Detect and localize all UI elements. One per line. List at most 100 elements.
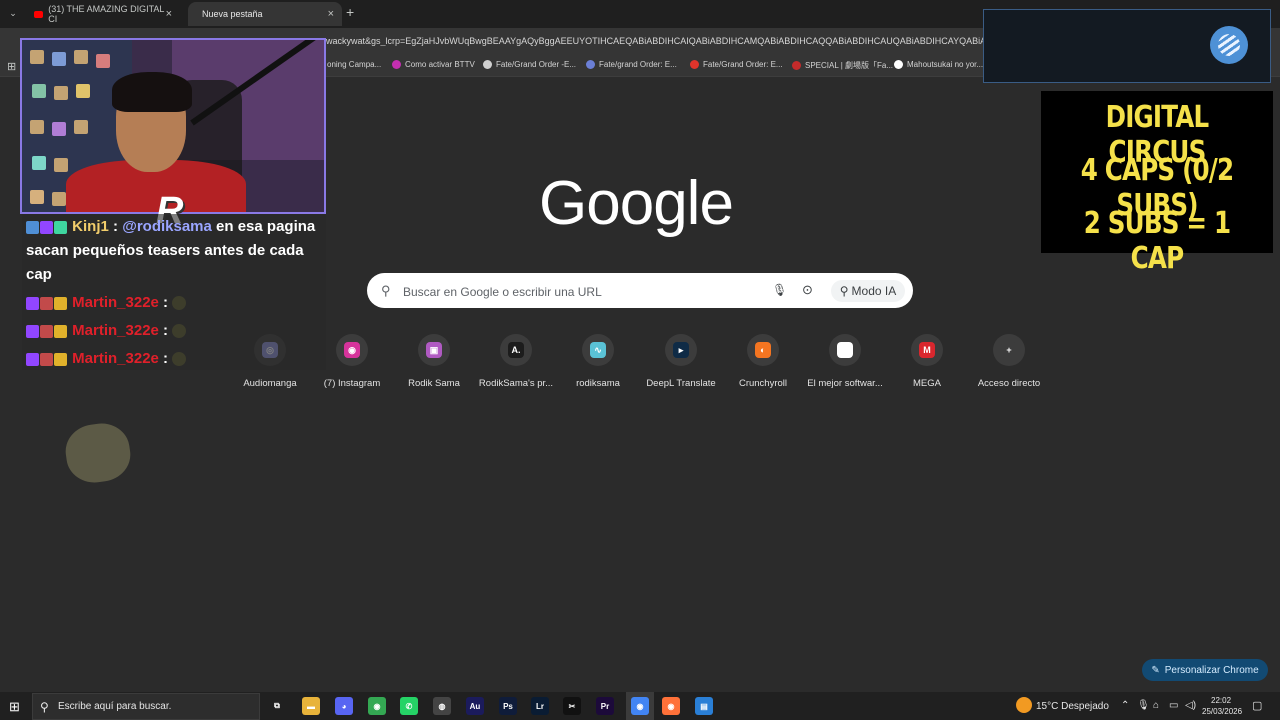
chat-message: Martin_322e : bbox=[26, 319, 326, 343]
youtube-icon bbox=[34, 10, 44, 18]
taskbar-search-input[interactable]: Escribe aquí para buscar. bbox=[58, 701, 171, 712]
tab-label: Nueva pestaña bbox=[202, 9, 263, 19]
shortcut-label: rodiksama bbox=[576, 378, 620, 389]
badge-icon bbox=[26, 220, 39, 234]
google-lens-icon[interactable]: ⊙ bbox=[802, 282, 813, 298]
ai-mode-label: Modo IA bbox=[851, 284, 897, 298]
customize-label: Personalizar Chrome bbox=[1164, 664, 1259, 676]
shortcut-tile[interactable]: ∿ rodiksama bbox=[557, 334, 639, 389]
new-tab-button[interactable]: + bbox=[346, 4, 354, 20]
crown-badge-icon bbox=[54, 324, 67, 338]
lightroom-icon[interactable]: Lr bbox=[531, 697, 549, 715]
ai-mode-button[interactable]: ⚲ Modo IA bbox=[831, 280, 905, 302]
clock-time[interactable]: 22:02 bbox=[1211, 696, 1231, 705]
microphone-tray-icon[interactable]: 🎙︎ bbox=[1137, 700, 1150, 711]
chrome-icon[interactable]: ◉ bbox=[368, 697, 386, 715]
obs-icon[interactable]: ◍ bbox=[433, 697, 451, 715]
chat-username: Martin_322e bbox=[72, 350, 159, 367]
bookmark-favicon-icon bbox=[894, 60, 903, 69]
windows-start-icon[interactable]: ⊞ bbox=[9, 699, 20, 715]
crown-badge-icon bbox=[54, 352, 67, 366]
monitor-icon[interactable]: ▭ bbox=[1169, 700, 1178, 711]
clock-date[interactable]: 25/03/2026 bbox=[1202, 707, 1242, 716]
shortcut-favicon: A. bbox=[508, 342, 524, 358]
bookmark-label: oning Campa... bbox=[327, 60, 382, 69]
shortcut-icon: ◐ bbox=[747, 334, 779, 366]
overlay-logo-stripes bbox=[1218, 34, 1240, 56]
bookmark-item[interactable]: Fate/Grand Order: E... bbox=[690, 60, 783, 69]
apps-grid-icon[interactable]: ⊞ bbox=[7, 60, 16, 73]
chat-message: Martin_322e : bbox=[26, 347, 326, 371]
badge-icon bbox=[40, 296, 53, 310]
bookmark-favicon-icon bbox=[392, 60, 401, 69]
tab-new-tab[interactable]: Nueva pestaña × bbox=[188, 2, 342, 26]
floating-sticker bbox=[62, 419, 134, 487]
task-view-icon[interactable]: ⧉ bbox=[268, 697, 286, 715]
bookmark-label: Fate/grand Order: E... bbox=[599, 60, 677, 69]
shortcut-tile[interactable]: + Acceso directo bbox=[968, 334, 1050, 389]
chrome-active-icon[interactable]: ◉ bbox=[631, 697, 649, 715]
chat-separator: : bbox=[108, 218, 123, 235]
emote-icon bbox=[172, 352, 187, 367]
bookmark-item[interactable]: Mahoutsukai no yor... bbox=[894, 60, 983, 69]
audition-icon[interactable]: Au bbox=[466, 697, 484, 715]
bookmark-item[interactable]: Como activar BTTV bbox=[392, 60, 475, 69]
shortcut-favicon: ◉ bbox=[344, 342, 360, 358]
bookmark-favicon-icon bbox=[483, 60, 492, 69]
tab-search-button[interactable]: ⌄ bbox=[4, 5, 22, 22]
shortcut-tile[interactable]: ▸ DeepL Translate bbox=[640, 334, 722, 389]
photoshop-icon[interactable]: Ps bbox=[499, 697, 517, 715]
shortcut-icon: ◉ bbox=[336, 334, 368, 366]
shortcut-icon: ∿ bbox=[582, 334, 614, 366]
firefox-icon[interactable]: ◉ bbox=[662, 697, 680, 715]
bookmark-item[interactable]: SPECIAL | 劇場版「Fa... bbox=[792, 60, 893, 71]
premiere-icon[interactable]: Pr bbox=[596, 697, 614, 715]
shortcut-tile[interactable]: ◆ El mejor softwar... bbox=[804, 334, 886, 389]
microphone-icon[interactable]: 🎙︎ bbox=[772, 283, 787, 297]
shortcut-label: Acceso directo bbox=[977, 378, 1041, 389]
shortcut-tile[interactable]: ◐ Crunchyroll bbox=[722, 334, 804, 389]
bookmark-label: SPECIAL | 劇場版「Fa... bbox=[805, 61, 894, 70]
bookmark-item[interactable]: Fate/Grand Order -E... bbox=[483, 60, 576, 69]
close-tab-icon[interactable]: × bbox=[166, 8, 172, 20]
window-app-icon[interactable]: ▤ bbox=[695, 697, 713, 715]
shortcut-icon: ◆ bbox=[829, 334, 861, 366]
shortcut-tile[interactable]: A. RodikSama's pr... bbox=[475, 334, 557, 389]
crown-badge-icon bbox=[54, 296, 67, 310]
weather-label[interactable]: 15°C Despejado bbox=[1036, 701, 1109, 712]
shortcut-favicon: ▸ bbox=[673, 342, 689, 358]
discord-icon[interactable]: ◕ bbox=[335, 697, 353, 715]
google-logo: Google bbox=[539, 169, 734, 238]
whatsapp-icon[interactable]: ✆ bbox=[400, 697, 418, 715]
search-icon: ⚲ bbox=[40, 700, 49, 714]
shortcut-icon: M bbox=[911, 334, 943, 366]
bookmark-favicon-icon bbox=[690, 60, 699, 69]
badge-icon bbox=[40, 324, 53, 338]
bookmark-label: Fate/Grand Order -E... bbox=[496, 60, 577, 69]
weather-icon[interactable] bbox=[1016, 697, 1032, 713]
tab-youtube[interactable]: (31) THE AMAZING DIGITAL CI × bbox=[26, 2, 180, 26]
network-icon[interactable]: ⌂ bbox=[1153, 700, 1159, 711]
chat-separator: : bbox=[158, 350, 173, 367]
shortcut-label: Audiomanga bbox=[243, 378, 297, 389]
chevron-up-icon[interactable]: ⌃ bbox=[1121, 700, 1129, 711]
chat-message: Kinj1 : @rodiksama en esa pagina sacan p… bbox=[26, 215, 326, 287]
capcut-icon[interactable]: ✂ bbox=[563, 697, 581, 715]
shortcut-favicon: ▣ bbox=[426, 342, 442, 358]
shortcut-tile[interactable]: M MEGA bbox=[886, 334, 968, 389]
notification-icon[interactable]: ▢ bbox=[1252, 699, 1262, 712]
emote-icon bbox=[172, 296, 187, 311]
search-input[interactable]: Buscar en Google o escribir una URL bbox=[403, 285, 602, 299]
address-bar[interactable]: wackywat&gs_lcrp=EgZjaHJvbWUqBwgBEAAYgAQ… bbox=[326, 36, 986, 46]
bookmark-item[interactable]: Fate/grand Order: E... bbox=[586, 60, 677, 69]
file-explorer-icon[interactable]: ▬ bbox=[302, 697, 320, 715]
shortcut-tile[interactable]: ▣ Rodik Sama bbox=[393, 334, 475, 389]
shortcut-label: Rodik Sama bbox=[408, 378, 460, 389]
customize-chrome-button[interactable]: ✎ Personalizar Chrome bbox=[1142, 659, 1268, 681]
bookmark-label: Mahoutsukai no yor... bbox=[907, 60, 984, 69]
search-icon: ⚲ bbox=[381, 283, 391, 298]
shortcut-label: MEGA bbox=[913, 378, 941, 389]
volume-icon[interactable]: ◁) bbox=[1185, 700, 1196, 711]
bookmark-favicon-icon bbox=[586, 60, 595, 69]
close-tab-icon[interactable]: × bbox=[328, 8, 334, 20]
